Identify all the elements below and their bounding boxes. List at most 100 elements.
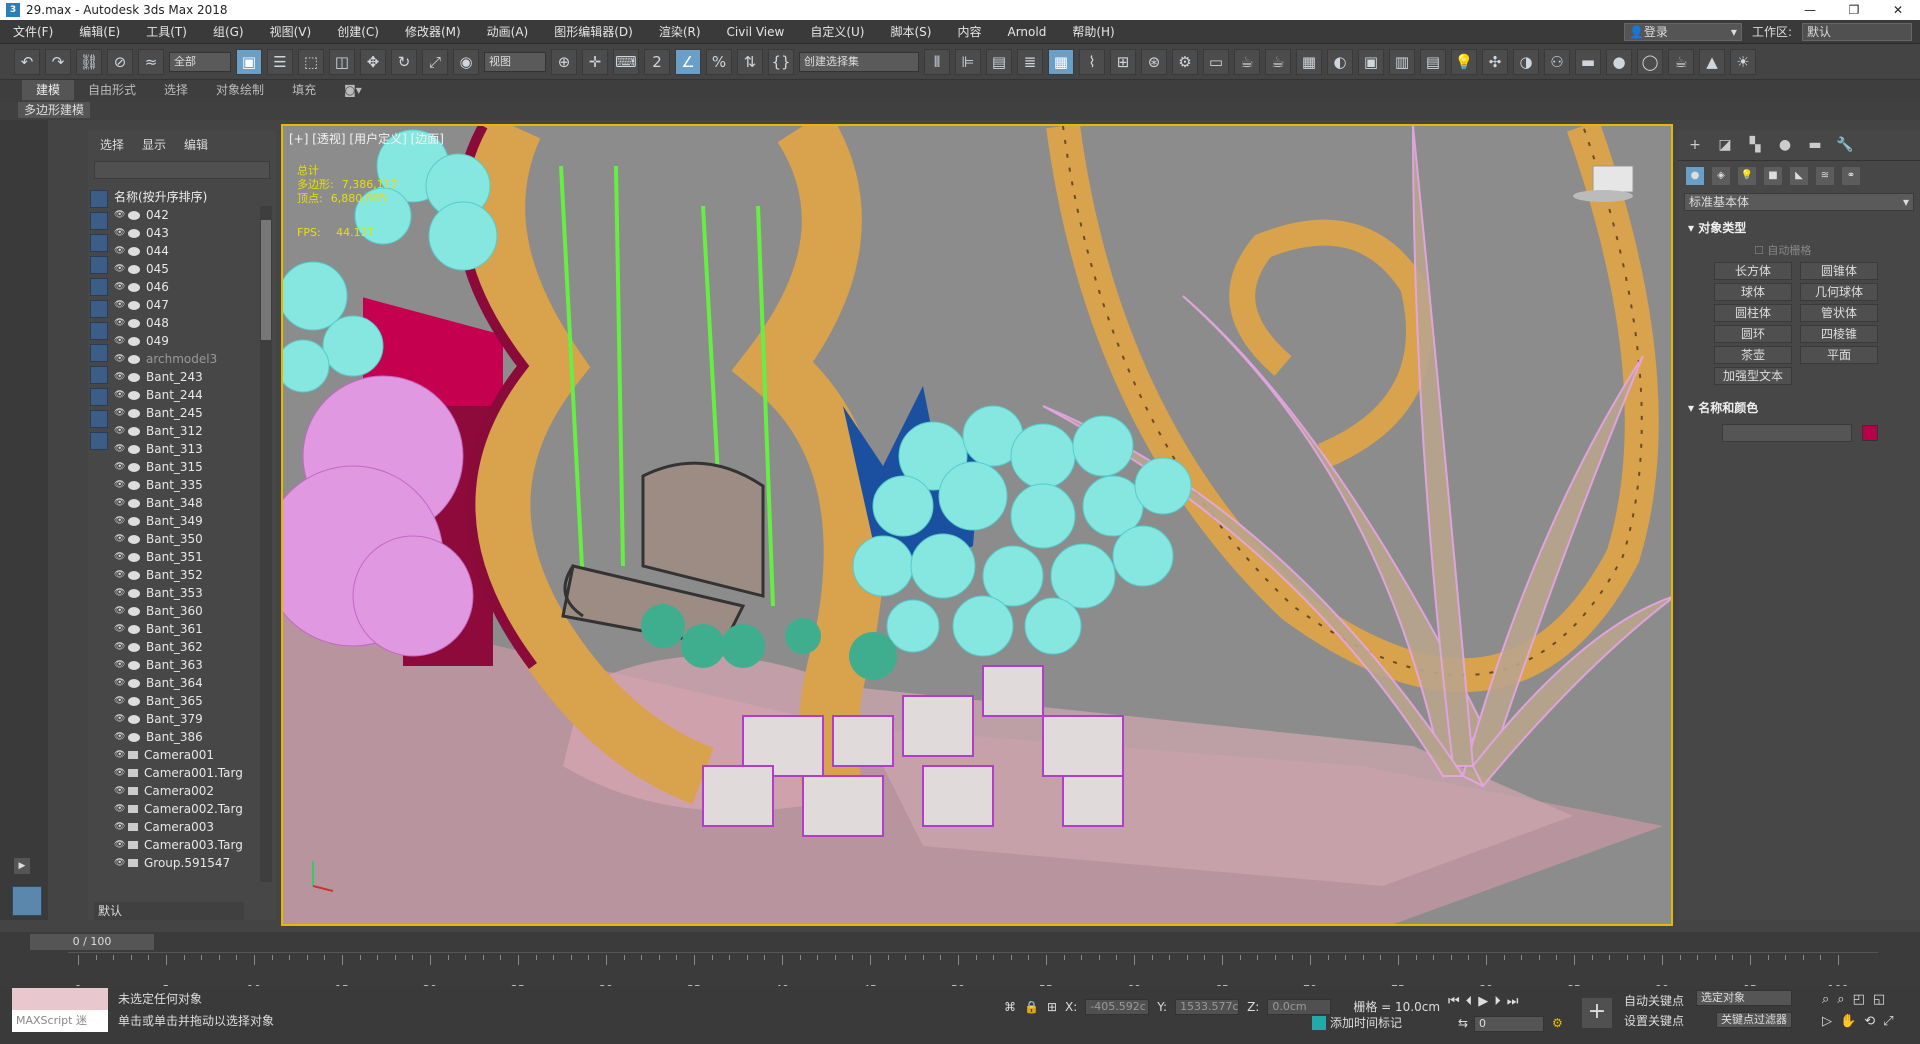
- teapot-button[interactable]: 茶壶: [1714, 346, 1792, 364]
- list-item[interactable]: 👁 Bant_361: [114, 620, 260, 638]
- list-item[interactable]: 👁 Group.591547: [114, 854, 260, 872]
- rectangular-selection-icon[interactable]: ⬚: [298, 48, 324, 75]
- polygon-modeling-button[interactable]: 多边形建模: [18, 102, 91, 118]
- visibility-eye-icon[interactable]: 👁: [114, 768, 128, 778]
- geosphere-primitive-icon[interactable]: ◯: [1637, 48, 1663, 75]
- reference-coordinate-dropdown[interactable]: 视图: [484, 51, 546, 72]
- y-coord-field[interactable]: 1533.577c: [1175, 998, 1240, 1015]
- time-slider[interactable]: 0 / 100: [30, 934, 154, 950]
- unlink-icon[interactable]: ⊘: [107, 48, 133, 75]
- torus-button[interactable]: 圆环: [1714, 325, 1792, 343]
- list-item[interactable]: 👁 Bant_350: [114, 530, 260, 548]
- tab-object-paint[interactable]: 对象绘制: [202, 80, 278, 100]
- mirror-icon[interactable]: ⫴: [924, 48, 950, 75]
- autogrid-checkbox[interactable]: ☐ 自动栅格: [1684, 242, 1914, 258]
- go-to-end-icon[interactable]: ⏭: [1507, 994, 1519, 1009]
- orbit-icon[interactable]: ⟲: [1864, 1014, 1875, 1029]
- utilities-tab-icon[interactable]: 🔧: [1836, 136, 1854, 154]
- angle-snap-icon[interactable]: ∠: [675, 48, 701, 75]
- list-item[interactable]: 👁 048: [114, 314, 260, 332]
- visibility-eye-icon[interactable]: 👁: [114, 498, 128, 508]
- visibility-eye-icon[interactable]: 👁: [114, 660, 128, 670]
- tab-populate[interactable]: 填充: [278, 80, 330, 100]
- pan-icon[interactable]: ✋: [1840, 1014, 1856, 1029]
- visibility-eye-icon[interactable]: 👁: [114, 696, 128, 706]
- box-button[interactable]: 长方体: [1714, 262, 1792, 280]
- create-tab-icon[interactable]: +: [1686, 136, 1704, 154]
- named-selection-dropdown[interactable]: 创建选择集: [799, 51, 919, 72]
- hierarchy-tab-icon[interactable]: ▚: [1746, 136, 1764, 154]
- viewport-label[interactable]: [+] [透视] [用户定义] [边面]: [289, 130, 444, 147]
- list-item[interactable]: 👁 Bant_244: [114, 386, 260, 404]
- key-filters-button[interactable]: 关键点过滤器: [1716, 1012, 1792, 1028]
- object-color-swatch[interactable]: [1862, 425, 1878, 441]
- visibility-eye-icon[interactable]: 👁: [114, 534, 128, 544]
- menu-create[interactable]: 创建(C): [324, 23, 392, 40]
- visibility-eye-icon[interactable]: 👁: [114, 228, 128, 238]
- se-tab-select[interactable]: 选择: [100, 136, 124, 153]
- list-item[interactable]: 👁 Bant_365: [114, 692, 260, 710]
- menu-views[interactable]: 视图(V): [257, 23, 325, 40]
- selected-object-dropdown[interactable]: 选定对象: [1696, 990, 1792, 1006]
- expand-icon[interactable]: ▶: [14, 858, 30, 874]
- motion-tab-icon[interactable]: ●: [1776, 136, 1794, 154]
- list-item[interactable]: 👁 Camera003.Targ: [114, 836, 260, 854]
- menu-civil-view[interactable]: Civil View: [714, 25, 798, 39]
- visibility-eye-icon[interactable]: 👁: [114, 588, 128, 598]
- maximize-viewport-icon[interactable]: ⤢: [1883, 1014, 1893, 1029]
- spinner-snap-icon[interactable]: ⇅: [737, 48, 763, 75]
- cylinder-button[interactable]: 圆柱体: [1714, 304, 1792, 322]
- menu-help[interactable]: 帮助(H): [1059, 23, 1127, 40]
- visibility-eye-icon[interactable]: 👁: [114, 624, 128, 634]
- list-item[interactable]: 👁 Bant_379: [114, 710, 260, 728]
- pivot-center-icon[interactable]: ⊕: [551, 48, 577, 75]
- object-type-title[interactable]: ▾ 对象类型: [1684, 217, 1914, 238]
- list-item[interactable]: 👁 Bant_360: [114, 602, 260, 620]
- geometry-filter-icon[interactable]: [90, 190, 108, 208]
- select-manipulate-icon[interactable]: ✛: [582, 48, 608, 75]
- geometry-icon[interactable]: ●: [1686, 167, 1704, 185]
- viewport-layout-icon[interactable]: [12, 886, 42, 916]
- space-warps-icon[interactable]: ≋: [1816, 167, 1834, 185]
- perspective-viewport[interactable]: [+] [透视] [用户定义] [边面] 总计 多边形: 7,386,112 顶点…: [281, 124, 1673, 926]
- tab-freeform[interactable]: 自由形式: [74, 80, 150, 100]
- zoom-all-icon[interactable]: ⌕: [1837, 992, 1844, 1007]
- visibility-eye-icon[interactable]: 👁: [114, 570, 128, 580]
- keyboard-shortcut-icon[interactable]: ⌨: [613, 48, 639, 75]
- shapes-icon[interactable]: ◈: [1712, 167, 1730, 185]
- bones-filter-icon[interactable]: [90, 366, 108, 384]
- scale-icon[interactable]: ⤢: [422, 48, 448, 75]
- auto-key-button[interactable]: 自动关键点: [1624, 992, 1684, 1009]
- visibility-eye-icon[interactable]: 👁: [114, 516, 128, 526]
- move-icon[interactable]: ✥: [360, 48, 386, 75]
- align-icon[interactable]: ⊫: [955, 48, 981, 75]
- previous-frame-icon[interactable]: ⏴: [1466, 994, 1473, 1009]
- shapes-filter-icon[interactable]: [90, 212, 108, 230]
- set-key-button[interactable]: 设置关键点: [1624, 1012, 1684, 1029]
- list-item[interactable]: 👁 Bant_245: [114, 404, 260, 422]
- cameras-icon[interactable]: ■: [1764, 167, 1782, 185]
- tab-selection[interactable]: 选择: [150, 80, 202, 100]
- zoom-icon[interactable]: ⌕: [1822, 992, 1829, 1007]
- render-iterative-icon[interactable]: ☕: [1265, 48, 1291, 75]
- menu-rendering[interactable]: 渲染(R): [646, 23, 714, 40]
- list-item[interactable]: 👁 Camera001: [114, 746, 260, 764]
- menu-graph-editors[interactable]: 图形编辑器(D): [541, 23, 646, 40]
- visibility-eye-icon[interactable]: 👁: [114, 300, 128, 310]
- maxscript-listener[interactable]: MAXScript 迷: [12, 988, 108, 1034]
- x-coord-field[interactable]: -405.592c: [1085, 998, 1150, 1015]
- lights-icon[interactable]: 💡: [1738, 167, 1756, 185]
- visibility-eye-icon[interactable]: 👁: [114, 804, 128, 814]
- workspace-dropdown[interactable]: 默认: [1802, 22, 1912, 41]
- curve-editor-icon[interactable]: ⌇: [1079, 48, 1105, 75]
- layer-explorer-icon[interactable]: ≣: [1017, 48, 1043, 75]
- helpers-filter-icon[interactable]: [90, 278, 108, 296]
- list-item[interactable]: 👁 Bant_353: [114, 584, 260, 602]
- menu-edit[interactable]: 编辑(E): [66, 23, 133, 40]
- play-icon[interactable]: ▶: [1478, 994, 1488, 1009]
- arnold-render-icon[interactable]: ◐: [1327, 48, 1353, 75]
- select-object-icon[interactable]: ▣: [236, 48, 262, 75]
- visibility-eye-icon[interactable]: 👁: [114, 246, 128, 256]
- systems-icon[interactable]: ⚭: [1842, 167, 1860, 185]
- photometric-light-icon[interactable]: ◑: [1513, 48, 1539, 75]
